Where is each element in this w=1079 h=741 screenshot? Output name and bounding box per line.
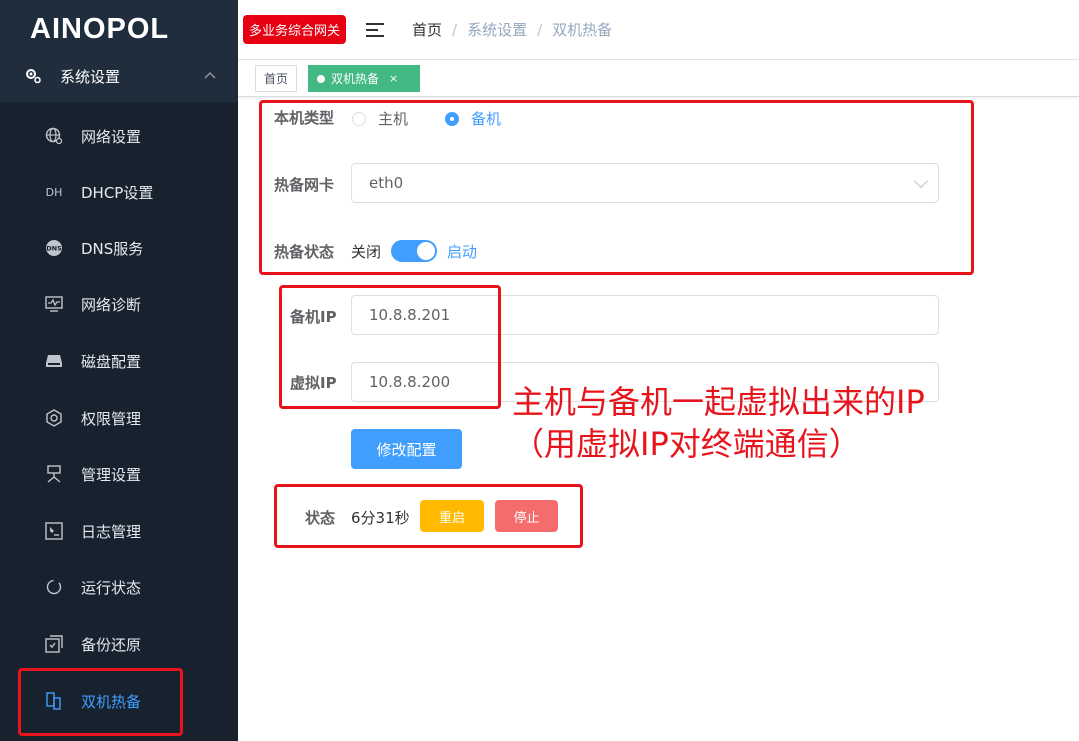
breadcrumb-home[interactable]: 首页 [412, 19, 442, 40]
sidebar-item-label: 日志管理 [81, 522, 142, 541]
globe-gear-icon [44, 126, 64, 146]
sidebar-item-label: 磁盘配置 [81, 352, 142, 371]
active-dot-icon [317, 74, 325, 83]
menu-system-settings[interactable]: 系统设置 [0, 50, 238, 102]
breadcrumb-current: 双机热备 [552, 21, 613, 39]
highlight-box-settings [259, 100, 974, 275]
annotation-line-2: （用虚拟IP对终端通信） [512, 425, 861, 463]
tags-bar: 首页 双机热备 × [238, 60, 1079, 97]
breadcrumb: 首页 / 系统设置 / 双机热备 [412, 19, 612, 40]
backup-icon [44, 634, 64, 654]
breadcrumb-separator: / [452, 20, 458, 39]
hamburger-icon[interactable] [366, 22, 385, 37]
sidebar-item-label: DHCP设置 [81, 183, 154, 202]
sidebar-item-label: 运行状态 [81, 578, 142, 597]
breadcrumb-system-settings: 系统设置 [467, 21, 528, 39]
close-icon[interactable]: × [389, 72, 398, 85]
dns-icon-text: DNS [46, 245, 62, 253]
sidebar-item-label: 网络诊断 [81, 295, 142, 314]
tag-home[interactable]: 首页 [255, 65, 298, 92]
sidebar-item-network[interactable]: 网络设置 [0, 108, 238, 164]
dhcp-icon: DH [45, 185, 63, 199]
chevron-up-icon [204, 68, 216, 82]
tag-dual-hot-standby[interactable]: 双机热备 × [308, 65, 420, 92]
sidebar-item-diagnostics[interactable]: 网络诊断 [0, 276, 238, 332]
dns-icon: DNS [44, 238, 64, 258]
gear-icon [24, 67, 42, 85]
highlight-box-ips [279, 285, 501, 409]
highlight-box-status [274, 484, 583, 548]
sidebar-item-label: 权限管理 [81, 409, 142, 428]
top-bar: 多业务综合网关 首页 / 系统设置 / 双机热备 [238, 0, 1079, 60]
admin-icon [44, 464, 64, 484]
highlight-box-sidebar [18, 668, 183, 736]
submenu: 网络设置 DH DHCP设置 DNS DNS服务 网络诊断 磁盘配置 权限管理 … [0, 102, 238, 741]
sidebar-item-label: DNS服务 [81, 239, 144, 258]
monitor-pulse-icon [44, 294, 64, 314]
breadcrumb-separator: / [537, 20, 543, 39]
sidebar-item-status[interactable]: 运行状态 [0, 559, 238, 615]
sidebar-item-label: 备份还原 [81, 635, 142, 654]
sidebar-item-permissions[interactable]: 权限管理 [0, 390, 238, 446]
tag-label: 双机热备 [331, 72, 380, 86]
sidebar-item-label: 管理设置 [81, 465, 142, 484]
refresh-icon [44, 577, 64, 597]
sidebar-item-disk[interactable]: 磁盘配置 [0, 333, 238, 389]
sidebar-item-backup[interactable]: 备份还原 [0, 616, 238, 672]
gateway-badge: 多业务综合网关 [243, 15, 347, 44]
sidebar-item-logs[interactable]: 日志管理 [0, 503, 238, 559]
modify-config-button[interactable]: 修改配置 [351, 429, 462, 469]
menu-parent-label: 系统设置 [60, 67, 121, 86]
sidebar-item-label: 网络设置 [81, 127, 142, 146]
annotation-line-1: 主机与备机一起虚拟出来的IP [512, 383, 925, 421]
hexagon-icon [44, 408, 64, 428]
sidebar-item-admin[interactable]: 管理设置 [0, 446, 238, 502]
sidebar: AINOPOL 系统设置 网络设置 DH DHCP设置 DNS DNS服务 网络… [0, 0, 238, 741]
log-icon [44, 521, 64, 541]
sidebar-item-dhcp[interactable]: DH DHCP设置 [0, 164, 238, 220]
sidebar-item-dns[interactable]: DNS DNS服务 [0, 220, 238, 276]
disk-icon [44, 351, 64, 371]
tag-label: 首页 [264, 72, 289, 86]
